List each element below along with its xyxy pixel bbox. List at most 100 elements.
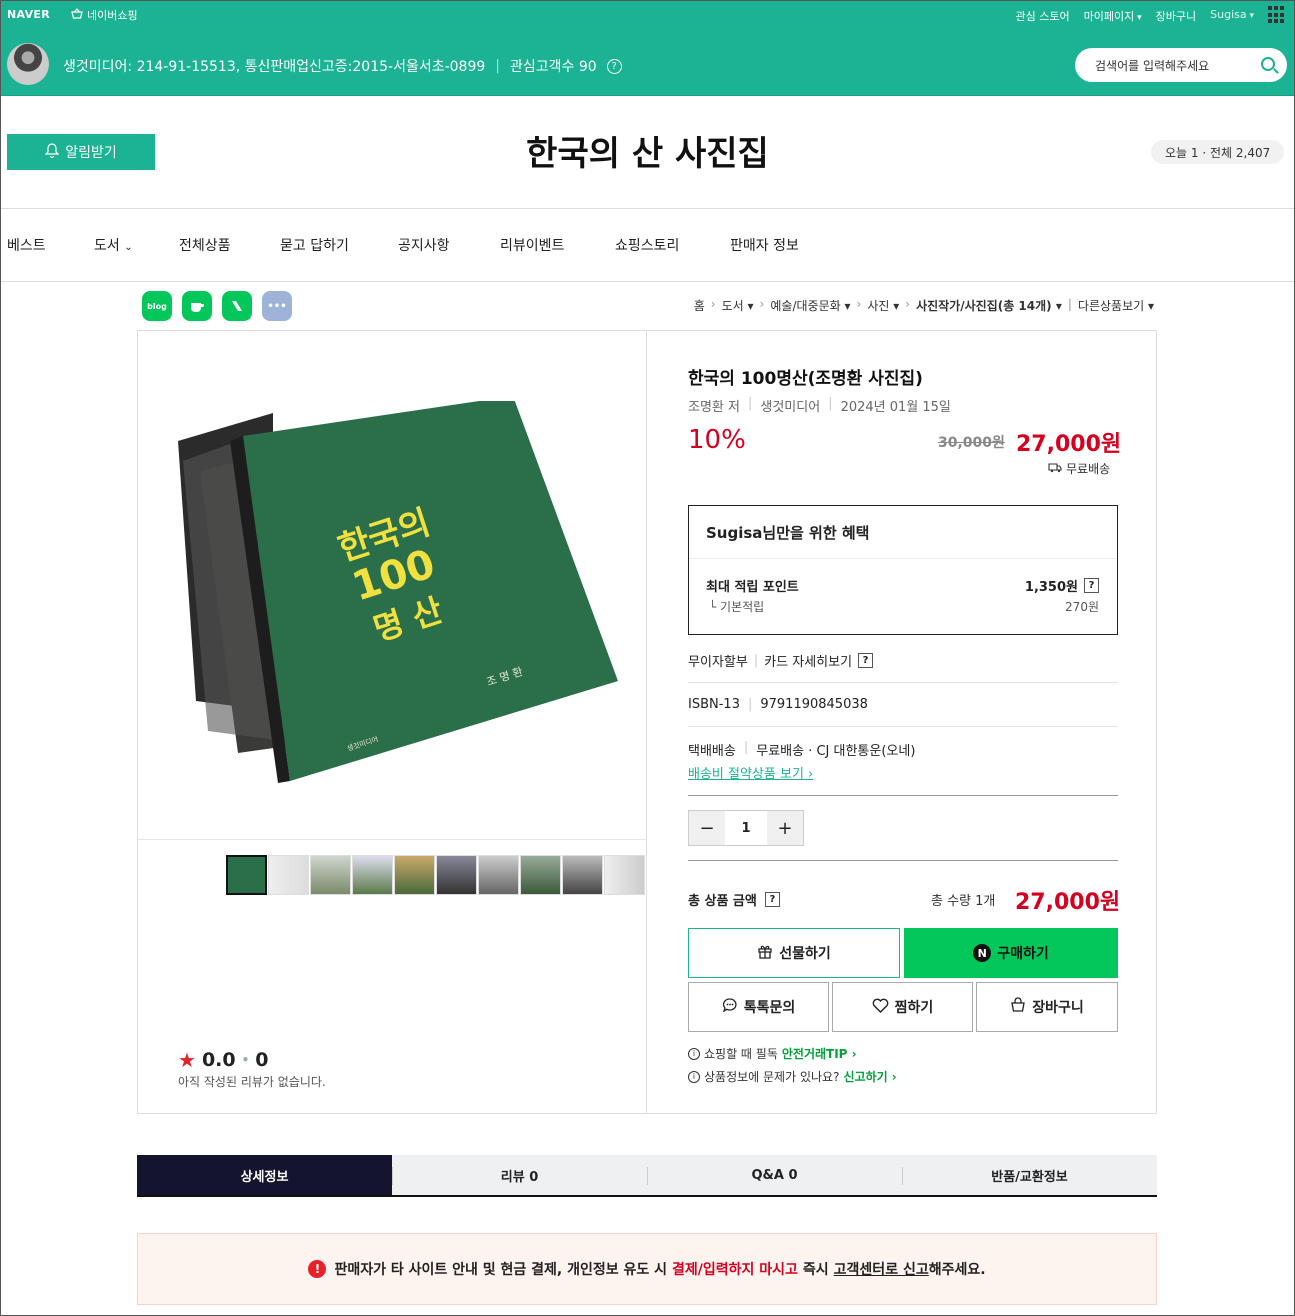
search-icon[interactable] xyxy=(1261,57,1275,71)
thumbnail[interactable] xyxy=(268,855,309,895)
blog-share-icon[interactable]: blog xyxy=(142,291,172,321)
truck-icon xyxy=(1048,462,1062,476)
tab-detail[interactable]: 상세정보 xyxy=(137,1155,392,1195)
help-icon[interactable]: ? xyxy=(1084,578,1099,593)
thumbnail[interactable] xyxy=(562,855,603,895)
shipping-row: 택배배송 | 무료배송 · CJ 대한통운(오네) xyxy=(688,740,916,759)
product-publisher: 생것미디어 xyxy=(760,400,821,415)
cart-button[interactable]: 장바구니 xyxy=(976,982,1118,1032)
divider xyxy=(689,558,1117,559)
safe-trade-link[interactable]: 안전거래TIP › xyxy=(782,1045,857,1062)
naver-shopping-link[interactable]: 네이버쇼핑 xyxy=(71,7,138,23)
tab-review[interactable]: 리뷰 0 xyxy=(392,1155,647,1195)
decrease-button[interactable]: − xyxy=(689,811,725,845)
breadcrumb-other-products[interactable]: 다른상품보기 ▾ xyxy=(1078,297,1154,314)
naver-shopping-label: 네이버쇼핑 xyxy=(87,9,138,22)
mypage-link[interactable]: 마이페이지 xyxy=(1084,8,1142,24)
help-icon[interactable]: ? xyxy=(606,58,622,74)
favorite-stores-link[interactable]: 관심 스토어 xyxy=(1016,8,1070,24)
zzim-label: 찜하기 xyxy=(894,1000,934,1016)
thumbnail[interactable] xyxy=(226,855,267,895)
breadcrumb-photo[interactable]: 사진 ▾ xyxy=(867,297,899,314)
more-share-icon[interactable]: ••• xyxy=(262,291,292,321)
help-icon[interactable]: ? xyxy=(764,892,780,907)
thumbnail-strip xyxy=(226,855,645,895)
top-bar: NAVER 네이버쇼핑 관심 스토어 마이페이지 장바구니 Sugisa 생것미… xyxy=(1,1,1294,96)
customer-center-link[interactable]: 고객센터로 신고해주세요. xyxy=(834,1259,986,1279)
breadcrumb-home[interactable]: 홈 xyxy=(694,297,705,314)
naver-logo[interactable]: NAVER xyxy=(7,8,50,21)
chevron-down-icon: ⌄ xyxy=(124,242,133,253)
product-date: 2024년 01월 15일 xyxy=(840,400,951,415)
app-grid-icon[interactable] xyxy=(1268,6,1286,24)
search-input[interactable]: 검색어를 입력해주세요 xyxy=(1075,48,1287,82)
sale-price: 27,000원 xyxy=(1016,432,1122,457)
max-point-value: 1,350원 xyxy=(1024,580,1078,595)
thumbnail[interactable] xyxy=(478,855,519,895)
breadcrumb-photographers[interactable]: 사진작가/사진집(총 14개) ▾ xyxy=(916,297,1062,314)
thumbnail[interactable] xyxy=(520,855,561,895)
info-icon: i xyxy=(688,1047,700,1060)
thumbnail[interactable] xyxy=(436,855,477,895)
cafe-share-icon[interactable] xyxy=(182,291,212,321)
card-detail-link[interactable]: 카드 자세히보기 xyxy=(764,651,852,670)
quantity-value[interactable]: 1 xyxy=(725,811,767,845)
buy-button[interactable]: N 구매하기 xyxy=(904,928,1118,978)
zzim-button[interactable]: 찜하기 xyxy=(832,982,973,1032)
thumbnail[interactable] xyxy=(310,855,351,895)
tab-qna[interactable]: Q&A 0 xyxy=(647,1155,902,1195)
fraud-warning: ! 판매자가 타 사이트 안내 및 현금 결제, 개인정보 유도 시 결제/입력… xyxy=(137,1233,1157,1305)
search-placeholder: 검색어를 입력해주세요 xyxy=(1095,58,1210,73)
user-menu[interactable]: Sugisa xyxy=(1210,8,1254,24)
warning-text-1: 판매자가 타 사이트 안내 및 현금 결제, 개인정보 유도 시 xyxy=(334,1262,667,1278)
nav-seller-info[interactable]: 판매자 정보 xyxy=(730,235,799,255)
seller-info: 생것미디어: 214-91-15513, 통신판매업신고증:2015-서울서초-… xyxy=(63,56,622,76)
product-author: 조명환 저 xyxy=(688,400,740,415)
product-image[interactable]: 한국의 100 명 산 조 명 환 생것미디어 xyxy=(178,401,638,791)
nav-notice[interactable]: 공지사항 xyxy=(398,235,450,255)
band-share-icon[interactable] xyxy=(222,291,252,321)
max-point-label: 최대 적립 포인트 xyxy=(706,580,799,595)
rating-summary[interactable]: ★ 0.0 • 0 xyxy=(178,1048,269,1072)
installment-label: 무이자할부 xyxy=(688,655,748,670)
talktalk-label: 톡톡문의 xyxy=(743,1000,796,1016)
base-point-label: └ 기본적립 xyxy=(709,600,765,614)
basket-icon xyxy=(71,8,83,22)
report-link[interactable]: 신고하기 › xyxy=(843,1068,896,1085)
store-title[interactable]: 한국의 산 사진집 xyxy=(1,126,1294,175)
tab-return[interactable]: 반품/교환정보 xyxy=(902,1155,1157,1195)
nav-shopping-story[interactable]: 쇼핑스토리 xyxy=(615,235,679,255)
visitor-count: 오늘 1 · 전체 2,407 xyxy=(1151,140,1285,164)
nav-review-event[interactable]: 리뷰이벤트 xyxy=(500,235,564,255)
report-text: 상품정보에 문제가 있나요? xyxy=(704,1070,840,1084)
nav-qna[interactable]: 묻고 답하기 xyxy=(280,235,349,255)
divider xyxy=(1,208,1294,209)
thumbnail[interactable] xyxy=(352,855,393,895)
isbn-value: 9791190845038 xyxy=(760,697,868,712)
shopping-bag-icon xyxy=(1010,997,1026,1017)
increase-button[interactable]: + xyxy=(767,811,803,845)
cart-link[interactable]: 장바구니 xyxy=(1156,8,1196,24)
gift-button[interactable]: 선물하기 xyxy=(688,928,900,978)
nav-all-products[interactable]: 전체상품 xyxy=(179,235,231,255)
nav-best[interactable]: 베스트 xyxy=(7,235,46,255)
thumbnail[interactable] xyxy=(394,855,435,895)
divider xyxy=(688,795,1118,796)
top-links: 관심 스토어 마이페이지 장바구니 Sugisa xyxy=(1016,8,1254,24)
help-icon[interactable]: ? xyxy=(858,653,874,668)
followers-count: 관심고객수 90 xyxy=(510,59,597,75)
breadcrumb-books[interactable]: 도서 ▾ xyxy=(722,297,754,314)
buy-label: 구매하기 xyxy=(997,946,1049,962)
thumbnail[interactable] xyxy=(604,855,645,895)
nav-books[interactable]: 도서 ⌄ xyxy=(94,235,133,255)
original-price: 30,000원 xyxy=(938,435,1005,451)
shipping-value: 무료배송 · CJ 대한통운(오네) xyxy=(756,744,916,759)
breadcrumb-art[interactable]: 예술/대중문화 ▾ xyxy=(770,297,850,314)
benefit-heading: Sugisa님만을 위한 혜택 xyxy=(706,522,869,543)
talktalk-button[interactable]: 톡톡문의 xyxy=(688,982,829,1032)
naver-pay-icon: N xyxy=(973,944,992,962)
seller-avatar xyxy=(7,43,49,85)
nav-books-label: 도서 xyxy=(94,238,120,254)
chat-icon xyxy=(722,997,738,1017)
shipping-saving-link[interactable]: 배송비 절약상품 보기 › xyxy=(688,763,813,782)
